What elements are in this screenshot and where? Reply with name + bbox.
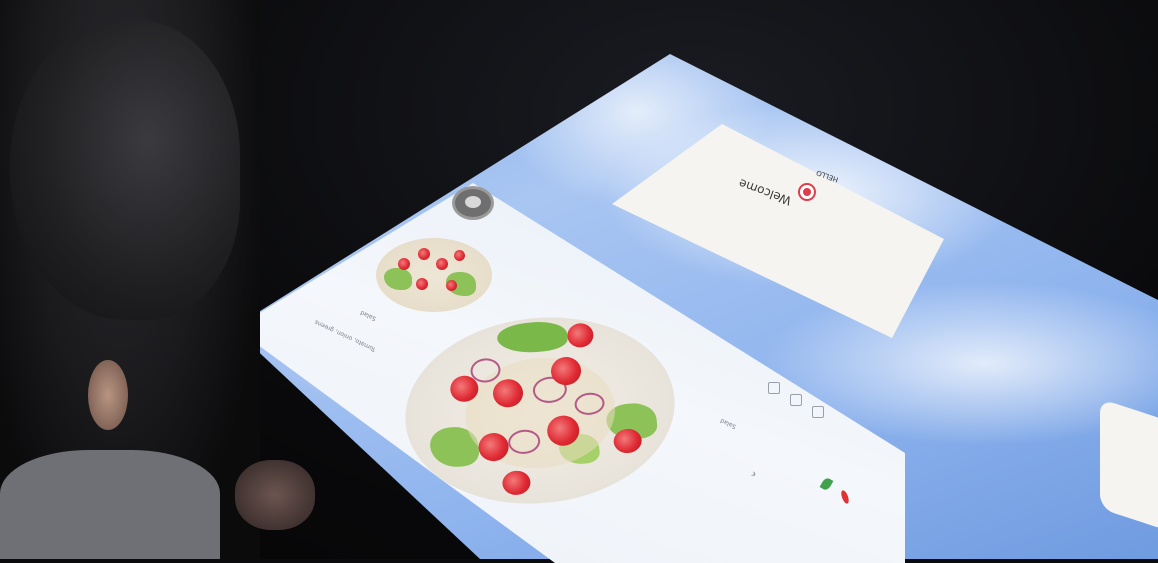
share-icon[interactable] xyxy=(768,382,780,394)
options-icon[interactable] xyxy=(812,406,824,418)
child-head xyxy=(10,20,240,320)
badge-icon xyxy=(798,183,816,201)
ear xyxy=(88,360,128,430)
user-avatar-icon[interactable] xyxy=(452,186,494,220)
salad-thumbnail[interactable] xyxy=(376,238,492,312)
info-icon[interactable] xyxy=(790,394,802,406)
hand xyxy=(235,460,315,530)
shirt xyxy=(0,450,220,559)
